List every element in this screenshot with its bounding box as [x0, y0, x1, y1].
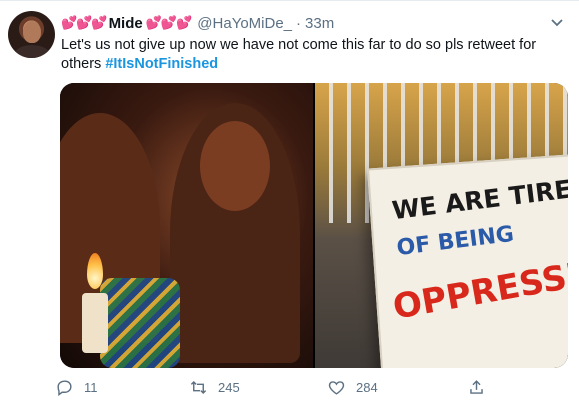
candle-flame — [87, 253, 103, 289]
avatar[interactable] — [8, 11, 55, 58]
name-decoration-right: 💕💕💕 — [145, 15, 193, 30]
sign-line-1: WE ARE TIRED — [390, 171, 568, 226]
media-grid: WE ARE TIRED OF BEING OPPRESSED — [60, 83, 568, 368]
hashtag-link[interactable]: #ItIsNotFinished — [105, 56, 218, 72]
tweet-header: 💕💕💕 Mide 💕💕💕 @HaYoMiDe_ · 33m — [61, 13, 334, 33]
avatar-shirt — [14, 45, 50, 58]
name-decoration-left: 💕💕💕 — [61, 15, 108, 30]
candle — [82, 293, 108, 353]
like-button[interactable]: 284 — [327, 378, 467, 397]
tweet-text: Let's us not give up now we have not com… — [61, 36, 561, 74]
photo-figure-head — [200, 121, 270, 211]
sign-line-3: OPPRESSED — [389, 248, 568, 328]
photo-protest-sign[interactable]: WE ARE TIRED OF BEING OPPRESSED — [315, 83, 568, 368]
share-button[interactable] — [467, 378, 486, 397]
tweet-card[interactable]: 💕💕💕 Mide 💕💕💕 @HaYoMiDe_ · 33m Let's us n… — [0, 0, 579, 413]
like-count: 284 — [356, 379, 378, 395]
heart-icon — [328, 380, 345, 395]
display-name[interactable]: Mide — [109, 15, 143, 32]
retweet-icon — [190, 380, 207, 394]
reply-icon — [57, 379, 72, 396]
photo-vigil[interactable] — [60, 83, 313, 368]
action-bar: 11 245 284 — [55, 376, 515, 398]
reply-button[interactable]: 11 — [55, 378, 189, 397]
photo-beads — [100, 278, 180, 368]
user-handle[interactable]: @HaYoMiDe_ — [197, 15, 292, 32]
share-icon — [470, 379, 483, 394]
protest-sign: WE ARE TIRED OF BEING OPPRESSED — [367, 153, 568, 368]
photo-figure-right — [170, 103, 300, 363]
chevron-down-icon[interactable] — [549, 14, 565, 33]
retweet-count: 245 — [218, 379, 240, 395]
avatar-face — [23, 21, 41, 43]
reply-count: 11 — [84, 379, 98, 395]
separator-dot: · — [296, 14, 302, 32]
retweet-button[interactable]: 245 — [189, 378, 327, 397]
timestamp[interactable]: 33m — [305, 15, 334, 32]
